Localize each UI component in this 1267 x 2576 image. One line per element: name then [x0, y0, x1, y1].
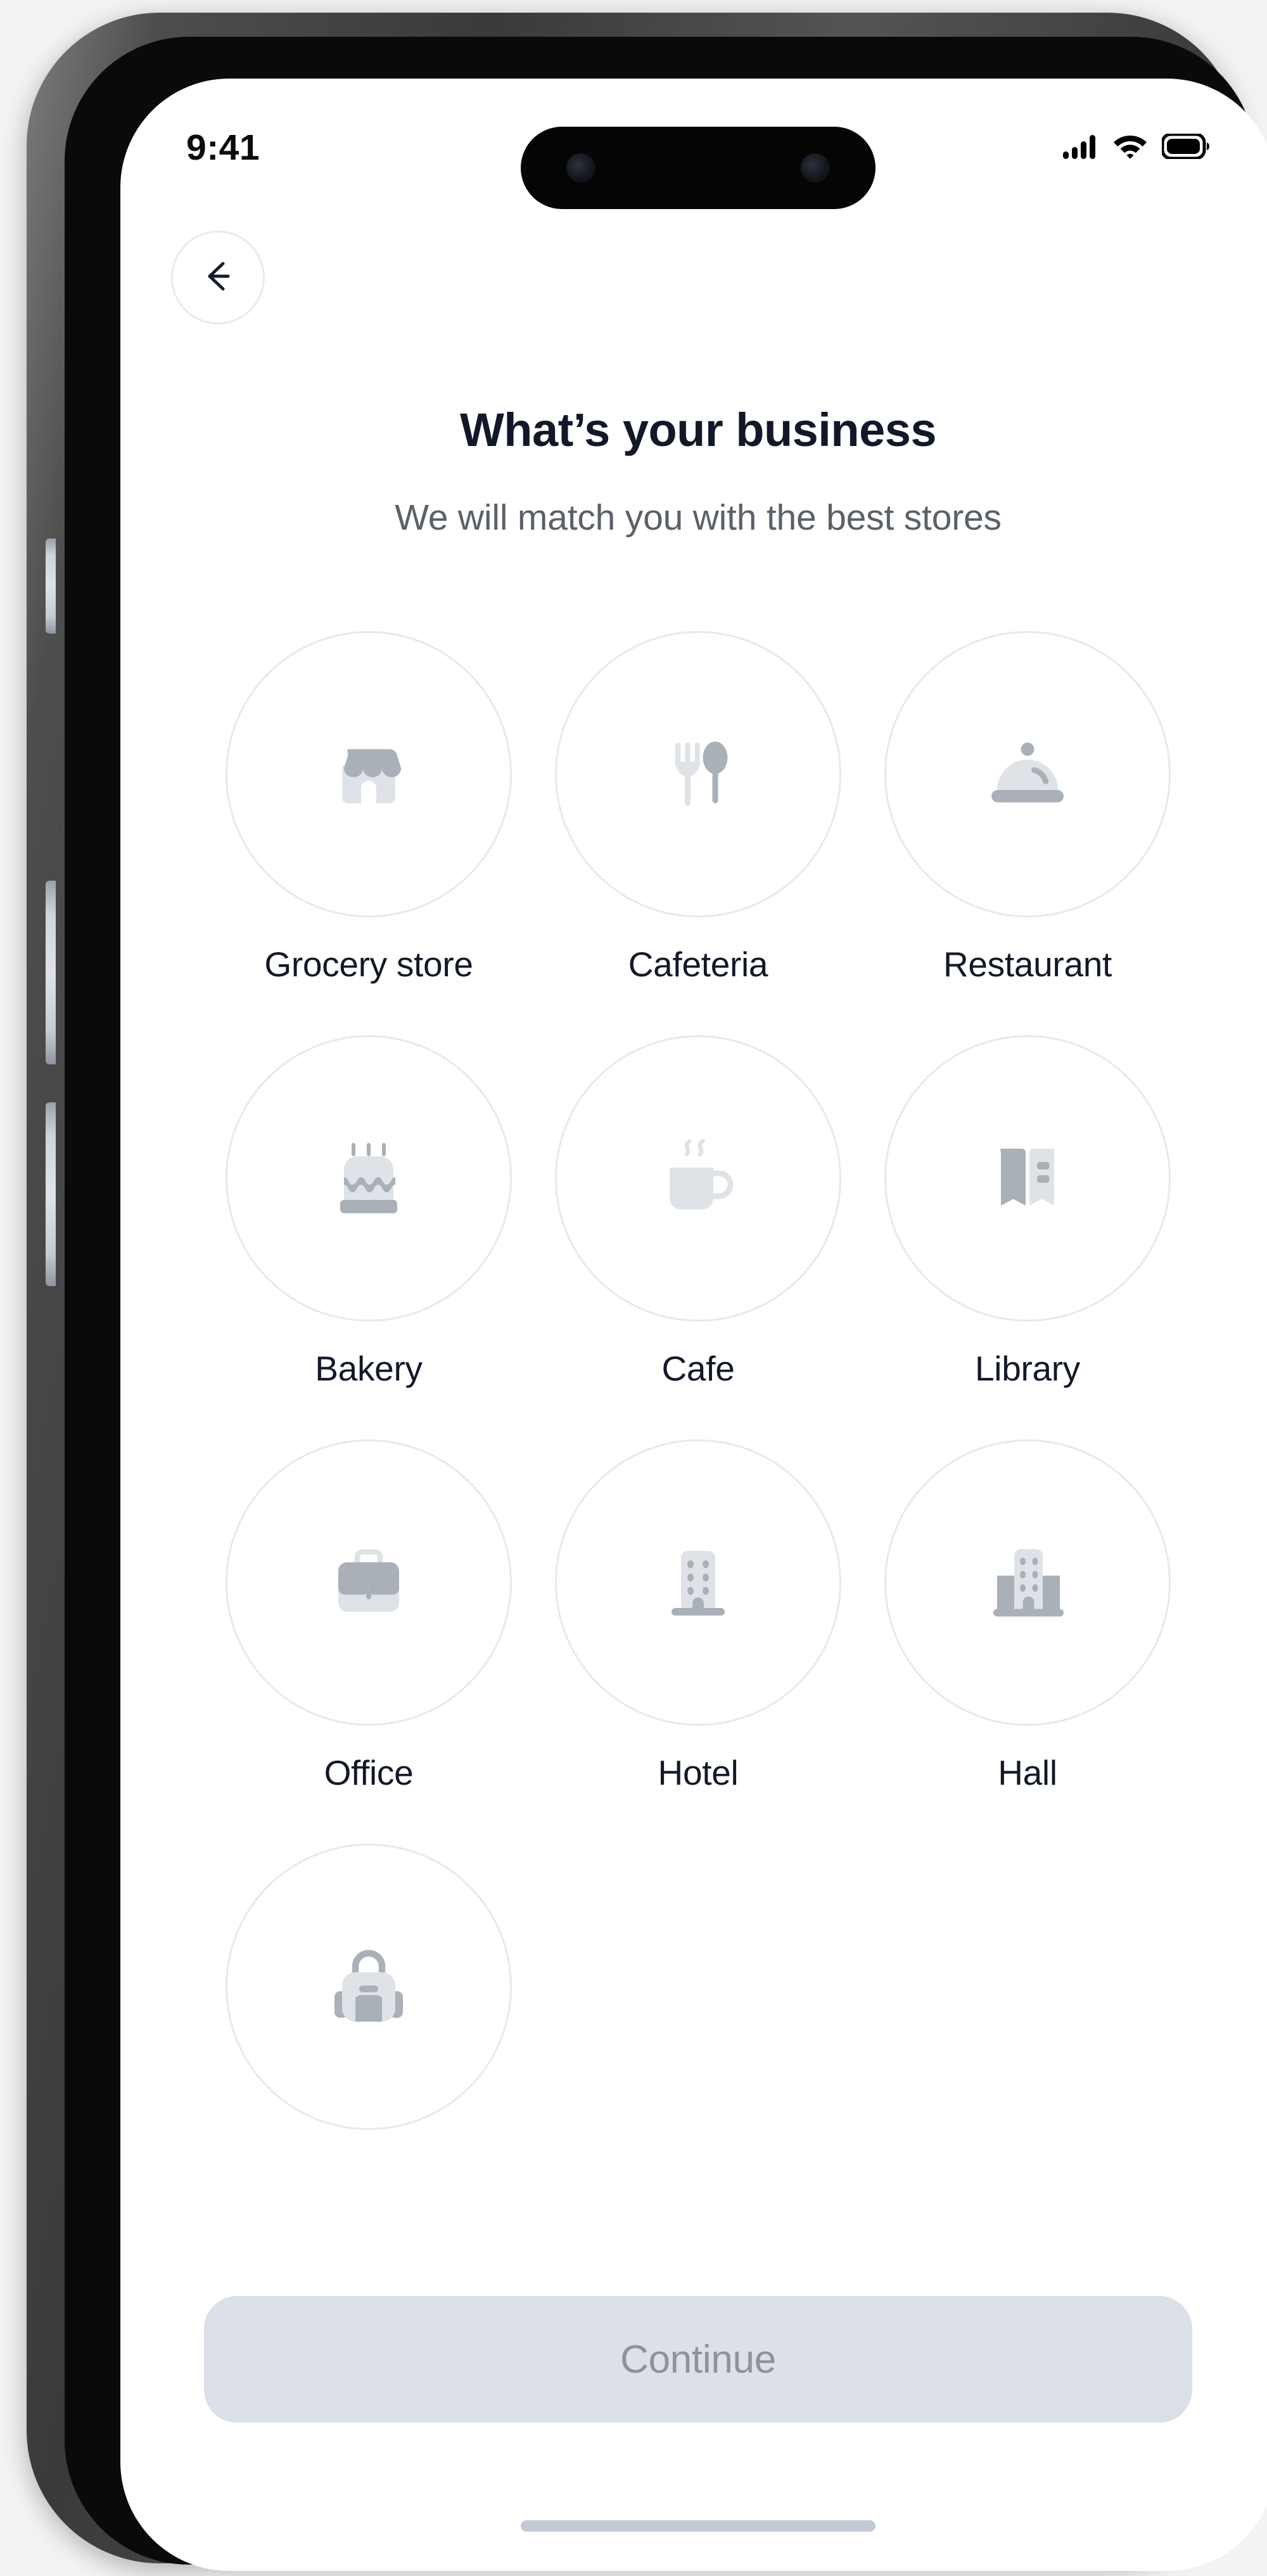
face-id-sensor-icon	[801, 153, 830, 182]
business-icon-circle	[226, 631, 512, 917]
open-book-icon	[980, 1130, 1075, 1228]
business-option-label: Hall	[998, 1753, 1057, 1792]
page-title: What’s your business	[459, 404, 937, 456]
business-option-backpack[interactable]	[204, 1844, 533, 2157]
business-option-office[interactable]: Office	[204, 1439, 533, 1793]
volume-up-button[interactable]	[46, 881, 56, 1064]
business-option-label: Hotel	[658, 1753, 739, 1792]
business-option-label: Library	[974, 1349, 1080, 1388]
status-icons	[1063, 132, 1210, 163]
business-option-label: Office	[324, 1753, 414, 1792]
business-option-label: Cafeteria	[628, 945, 768, 984]
cake-icon	[321, 1130, 416, 1228]
screen-content: What’s your business We will match you w…	[120, 79, 1267, 2571]
business-option-grocery-store[interactable]: Grocery store	[204, 631, 533, 985]
business-option-bakery[interactable]: Bakery	[204, 1035, 533, 1389]
business-option-hotel[interactable]: Hotel	[533, 1439, 863, 1793]
business-option-cafeteria[interactable]: Cafeteria	[533, 631, 863, 985]
action-button[interactable]	[46, 539, 56, 634]
phone-bezel: 9:41 What’s your business We will match …	[65, 37, 1267, 2571]
dynamic-island	[521, 127, 875, 209]
business-icon-circle	[884, 631, 1171, 917]
business-option-label: Restaurant	[943, 945, 1112, 984]
business-icon-circle	[226, 1439, 512, 1726]
front-camera-icon	[566, 153, 595, 182]
business-option-label: Bakery	[315, 1349, 423, 1388]
business-option-label: Cafe	[661, 1349, 735, 1388]
business-icon-circle	[555, 1035, 841, 1322]
hall-building-icon	[980, 1534, 1075, 1632]
business-option-library[interactable]: Library	[863, 1035, 1192, 1389]
business-option-label: Grocery store	[264, 945, 473, 984]
storefront-icon	[321, 725, 416, 824]
business-option-restaurant[interactable]: Restaurant	[863, 631, 1192, 985]
cloche-icon	[980, 725, 1075, 824]
business-icon-circle	[226, 1035, 512, 1322]
fork-spoon-icon	[651, 725, 746, 824]
business-option-cafe[interactable]: Cafe	[533, 1035, 863, 1389]
wifi-icon	[1112, 133, 1148, 163]
coffee-mug-icon	[651, 1130, 746, 1228]
phone-frame: 9:41 What’s your business We will match …	[27, 13, 1267, 2571]
status-time: 9:41	[186, 127, 260, 168]
business-icon-circle	[555, 1439, 841, 1726]
battery-icon	[1161, 132, 1210, 162]
briefcase-icon	[321, 1534, 416, 1632]
continue-button[interactable]: Continue	[204, 2296, 1192, 2423]
phone-screen: 9:41 What’s your business We will match …	[120, 79, 1267, 2571]
home-indicator[interactable]	[521, 2520, 875, 2532]
hotel-building-icon	[651, 1534, 746, 1632]
backpack-icon	[321, 1938, 416, 2036]
business-icon-circle	[884, 1035, 1171, 1322]
business-grid: Grocery store Cafeteria Restaurant Baker…	[204, 631, 1192, 2157]
business-option-hall[interactable]: Hall	[863, 1439, 1192, 1793]
volume-down-button[interactable]	[46, 1102, 56, 1286]
back-button[interactable]	[171, 231, 265, 324]
business-icon-circle	[884, 1439, 1171, 1726]
business-icon-circle	[226, 1844, 512, 2130]
page-subtitle: We will match you with the best stores	[395, 497, 1002, 538]
arrow-left-icon	[198, 256, 238, 300]
continue-button-label: Continue	[620, 2337, 776, 2382]
business-icon-circle	[555, 631, 841, 917]
cellular-signal-icon	[1063, 134, 1098, 162]
